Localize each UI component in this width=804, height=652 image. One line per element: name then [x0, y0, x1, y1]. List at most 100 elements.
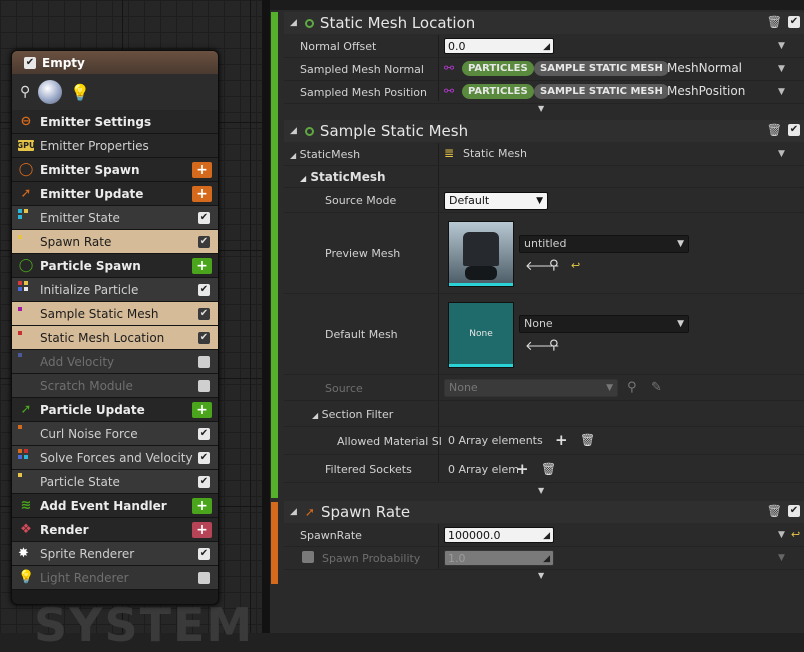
module-scratch-module[interactable]: Scratch Module — [12, 374, 218, 398]
module-enabled-checkbox[interactable]: ✔ — [198, 452, 210, 464]
reset-icon[interactable]: ↩ — [791, 528, 800, 541]
add-element-icon[interactable]: + — [516, 460, 529, 478]
chevron-down-icon[interactable]: ▼ — [778, 87, 785, 97]
spawn-probability-checkbox[interactable] — [302, 551, 314, 563]
module-enabled-checkbox[interactable]: ✔ — [198, 284, 210, 296]
module-enabled-checkbox[interactable]: ✔ — [788, 16, 800, 28]
default-mesh-thumbnail[interactable]: None — [448, 302, 514, 368]
sampled-position-value[interactable]: MeshPosition — [667, 84, 745, 98]
collapse-arrow-icon[interactable]: ◢ — [300, 174, 306, 183]
expand-arrow-icon[interactable]: ▼ — [538, 486, 544, 495]
trash-icon[interactable]: 🗑 — [767, 123, 782, 137]
module-enabled-checkbox[interactable]: ✔ — [198, 212, 210, 224]
pin-icon[interactable]: ⚲ — [20, 84, 30, 100]
section-render[interactable]: ❖ Render + — [12, 518, 218, 542]
reset-icon[interactable]: ↩ — [571, 259, 580, 272]
chevron-down-icon[interactable]: ▼ — [778, 41, 785, 51]
preview-mesh-dropdown[interactable]: untitled ▼ — [519, 235, 689, 253]
add-emitter-spawn-button[interactable]: + — [192, 162, 212, 178]
module-enabled-checkbox[interactable] — [198, 356, 210, 368]
module-enabled-checkbox[interactable]: ✔ — [198, 428, 210, 440]
trash-icon[interactable]: 🗑 — [541, 462, 556, 476]
trash-icon[interactable]: 🗑 — [767, 504, 782, 518]
expand-arrow-icon[interactable]: ▼ — [538, 104, 544, 113]
add-particle-update-button[interactable]: + — [192, 402, 212, 418]
module-enabled-checkbox[interactable]: ✔ — [788, 124, 800, 136]
module-enabled-checkbox[interactable]: ✔ — [198, 332, 210, 344]
collapse-arrow-icon[interactable]: ◢ — [312, 411, 318, 420]
particle-spawn-icon — [304, 126, 314, 136]
chevron-down-icon[interactable]: ▼ — [778, 530, 785, 540]
search-icon[interactable]: ⚲ — [549, 338, 559, 353]
default-mesh-dropdown[interactable]: None ▼ — [519, 315, 689, 333]
panel-divider[interactable] — [262, 0, 270, 633]
chevron-down-icon[interactable]: ▼ — [778, 64, 785, 74]
sampled-normal-value[interactable]: MeshNormal — [667, 61, 742, 75]
module-light-renderer[interactable]: 💡 Light Renderer — [12, 566, 218, 590]
section-particle-update[interactable]: ➚ Particle Update + — [12, 398, 218, 422]
emitter-enabled-checkbox[interactable]: ✔ — [24, 56, 36, 69]
material-sphere-icon[interactable] — [38, 80, 63, 104]
spawn-probability-field[interactable]: 1.0 ◢ — [444, 550, 554, 566]
section-emitter-spawn[interactable]: ◯ Emitter Spawn + — [12, 158, 218, 182]
chevron-down-icon[interactable]: ▼ — [778, 149, 785, 159]
module-add-velocity[interactable]: Add Velocity — [12, 350, 218, 374]
lightbulb-icon[interactable]: 💡 — [70, 83, 90, 102]
section-emitter-settings[interactable]: ⊖ Emitter Settings — [12, 110, 218, 134]
group-static-mesh[interactable]: ◢ StaticMesh — [284, 166, 804, 188]
add-element-icon[interactable]: + — [555, 431, 568, 449]
collapse-arrow-icon[interactable]: ◢ — [290, 18, 297, 28]
normal-offset-field[interactable]: 0.0 ◢ — [444, 38, 554, 54]
collapse-arrow-icon[interactable]: ◢ — [290, 507, 297, 517]
module-static-mesh-location[interactable]: Static Mesh Location ✔ — [12, 326, 218, 350]
emitter-node-header[interactable]: ✔ Empty — [12, 51, 218, 74]
add-event-handler-button[interactable]: + — [192, 498, 212, 514]
module-enabled-checkbox[interactable]: ✔ — [198, 548, 210, 560]
collapse-arrow-icon[interactable]: ◢ — [290, 126, 297, 136]
render-icon: ❖ — [20, 522, 32, 537]
section-add-event-handler[interactable]: ≋ Add Event Handler + — [12, 494, 218, 518]
search-icon[interactable]: ⚲ — [627, 380, 637, 395]
emitter-node[interactable]: ✔ Empty ⚲ 💡 ⊖ Emitter Settings GPU Emitt… — [11, 50, 219, 605]
module-enabled-checkbox[interactable]: ✔ — [198, 308, 210, 320]
preview-mesh-thumbnail[interactable] — [448, 221, 514, 287]
module-sprite-renderer[interactable]: ✸ Sprite Renderer ✔ — [12, 542, 218, 566]
module-curl-noise-force[interactable]: Curl Noise Force ✔ — [12, 422, 218, 446]
module-enabled-checkbox[interactable] — [198, 380, 210, 392]
module-enabled-checkbox[interactable] — [198, 572, 210, 584]
source-mode-dropdown[interactable]: Default ▼ — [444, 192, 548, 210]
section-emitter-update[interactable]: ➚ Emitter Update + — [12, 182, 218, 206]
module-initialize-particle[interactable]: Initialize Particle ✔ — [12, 278, 218, 302]
add-emitter-update-button[interactable]: + — [192, 186, 212, 202]
trash-icon[interactable]: 🗑 — [580, 433, 595, 447]
module-spawn-rate[interactable]: Spawn Rate ✔ — [12, 230, 218, 254]
module-emitter-state[interactable]: Emitter State ✔ — [12, 206, 218, 230]
chevron-down-icon[interactable]: ▼ — [778, 553, 785, 563]
section-emitter-properties[interactable]: GPU Emitter Properties — [12, 134, 218, 158]
dropdown-caret-icon: ▼ — [677, 319, 684, 329]
collapse-arrow-icon[interactable]: ◢ — [290, 151, 296, 160]
module-header-sample-static-mesh[interactable]: ◢ Sample Static Mesh 🗑 ✔ — [284, 120, 804, 142]
spawnrate-field[interactable]: 100000.0 ◢ — [444, 527, 554, 543]
module-particle-state[interactable]: Particle State ✔ — [12, 470, 218, 494]
module-sample-static-mesh[interactable]: Sample Static Mesh ✔ — [12, 302, 218, 326]
add-renderer-button[interactable]: + — [192, 522, 212, 538]
module-solve-forces[interactable]: Solve Forces and Velocity ✔ — [12, 446, 218, 470]
module-header-static-mesh-location[interactable]: ◢ Static Mesh Location 🗑 ✔ — [284, 12, 804, 34]
section-particle-spawn[interactable]: ◯ Particle Spawn + — [12, 254, 218, 278]
expand-arrow-icon[interactable]: ▼ — [538, 571, 544, 580]
search-icon[interactable]: ⚲ — [549, 258, 559, 273]
group-section-filter[interactable]: ◢ Section Filter — [284, 402, 804, 427]
param-default-mesh: Default Mesh — [284, 295, 804, 375]
module-enabled-checkbox[interactable]: ✔ — [198, 476, 210, 488]
source-dropdown[interactable]: None ▼ — [444, 379, 618, 397]
module-enabled-checkbox[interactable]: ✔ — [198, 236, 210, 248]
module-enabled-checkbox[interactable]: ✔ — [788, 505, 800, 517]
trash-icon[interactable]: 🗑 — [767, 15, 782, 29]
dropdown-caret-icon: ▼ — [606, 383, 613, 393]
event-handler-icon: ≋ — [20, 498, 32, 513]
eyedropper-icon[interactable]: ✎ — [651, 380, 662, 395]
module-header-spawn-rate[interactable]: ◢ ➚ Spawn Rate 🗑 ✔ — [284, 501, 804, 523]
add-particle-spawn-button[interactable]: + — [192, 258, 212, 274]
static-mesh-type[interactable]: Static Mesh — [463, 147, 527, 160]
